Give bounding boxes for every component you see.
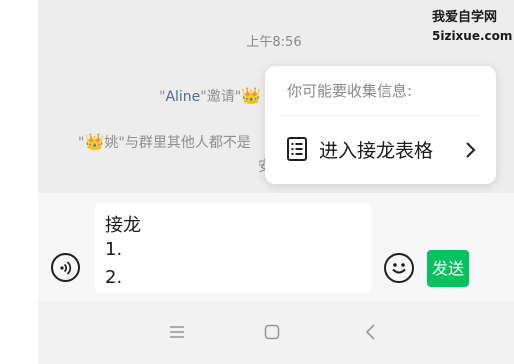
voice-button[interactable] xyxy=(51,253,80,282)
message-input[interactable]: 接龙 1. 2. xyxy=(95,203,371,293)
popup-divider xyxy=(281,115,480,116)
emoji-icon xyxy=(392,263,406,274)
crown-icon: 👑 xyxy=(84,132,105,151)
invite-text: "邀请" xyxy=(200,89,242,105)
menu-icon[interactable] xyxy=(168,323,186,341)
join-text: "与群里其他人都不是 xyxy=(118,135,251,151)
voice-icon xyxy=(60,261,72,275)
collect-info-popup: 你可能要收集信息: 进入接龙表格 xyxy=(265,66,496,184)
enter-solitaire-sheet-button[interactable]: 进入接龙表格 xyxy=(265,128,496,172)
popup-item-label: 进入接龙表格 xyxy=(319,140,434,162)
chevron-right-icon xyxy=(466,142,476,158)
system-message-join: "👑姚"与群里其他人都不是 xyxy=(78,132,251,152)
input-line: 1. xyxy=(105,239,123,260)
input-toolbar: 接龙 1. 2. 发送 xyxy=(38,193,514,301)
watermark-line2: 5izixue.com xyxy=(432,29,513,43)
home-icon[interactable] xyxy=(263,323,281,341)
list-icon xyxy=(287,137,307,161)
emoji-button[interactable] xyxy=(384,253,414,283)
watermark-line1: 我爱自学网 xyxy=(432,10,498,25)
watermark: 我爱自学网 5izixue.com xyxy=(432,10,512,44)
member-name-aline[interactable]: Aline xyxy=(165,89,200,105)
back-icon[interactable] xyxy=(362,323,380,341)
member-name-yao[interactable]: 姚 xyxy=(104,135,118,151)
system-nav-bar xyxy=(38,301,514,364)
crown-icon: 👑 xyxy=(241,86,262,105)
input-line: 2. xyxy=(105,267,123,288)
send-button[interactable]: 发送 xyxy=(427,250,469,287)
input-line: 接龙 xyxy=(105,215,141,236)
system-message-invite: "Aline"邀请"👑 xyxy=(159,86,261,106)
chat-screen: 上午8:56 "Aline"邀请"👑 "👑姚"与群里其他人都不是 安 你可能要收… xyxy=(38,0,514,364)
popup-title: 你可能要收集信息: xyxy=(287,82,413,100)
